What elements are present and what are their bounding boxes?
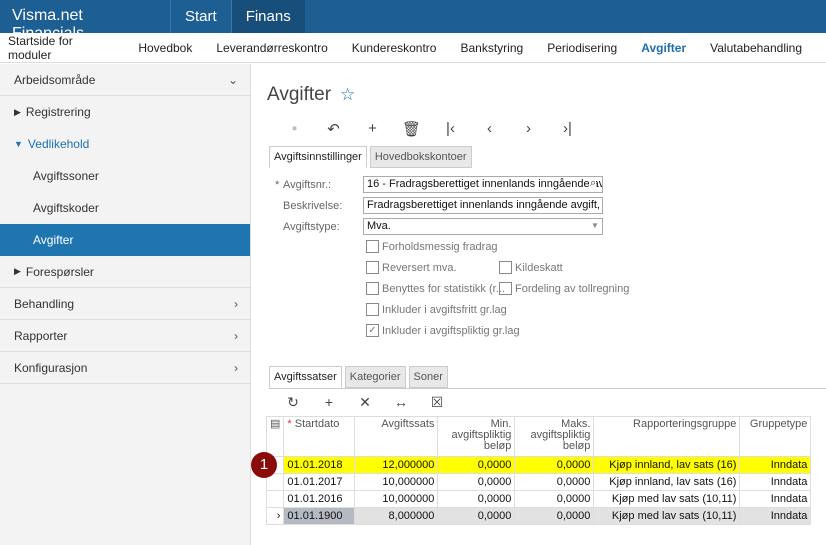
page-title: Avgifter <box>267 84 332 105</box>
avgiftstype-label: Avgiftstype: <box>283 221 340 233</box>
chevron-right-icon: › <box>234 328 238 343</box>
nav-item[interactable]: Periodisering <box>547 41 617 55</box>
toolbar: ▪ ↶ + 🗑 |‹ ‹ › ›| <box>275 120 587 138</box>
checkbox-avgiftsfritt[interactable]: Inkluder i avgiftsfritt gr.lag <box>366 303 507 316</box>
column-settings-icon[interactable]: ▤ <box>265 416 285 457</box>
table-row[interactable]: 01.01.2018 12,000000 0,0000 0,0000 Kjøp innl… <box>265 456 812 474</box>
checkbox-forholdsmessig[interactable]: Forholdsmessig fradrag <box>366 240 498 253</box>
label: Registrering <box>25 105 91 119</box>
avgiftstype-select[interactable]: Mva. <box>363 218 603 235</box>
add-row-icon[interactable]: + <box>311 394 347 411</box>
sidebar-item-behandling[interactable]: Behandling › <box>0 288 250 320</box>
caret-right-icon: ▶ <box>14 106 21 117</box>
label: Arbeidsområde <box>14 72 96 87</box>
add-icon[interactable]: + <box>353 120 392 138</box>
delete-row-icon[interactable]: ✕ <box>347 394 383 411</box>
form-tabs: Avgiftsinnstillinger Hovedbokskontoer <box>269 146 475 168</box>
sidebar-item-foresporsler[interactable]: ▶ Forespørsler <box>0 256 250 288</box>
avgiftsnr-label: Avgiftsnr.: <box>283 179 332 191</box>
export-excel-icon[interactable]: ☒ <box>419 394 455 411</box>
sidebar-item-registrering[interactable]: ▶ Registrering <box>0 96 250 128</box>
table-row-current[interactable]: › 01.01.1900 8,000000 0,0000 0,0000 Kjøp med … <box>265 507 812 525</box>
undo-icon[interactable]: ↶ <box>314 120 353 138</box>
col-min[interactable]: Min. avgiftspliktig beløp <box>437 416 516 457</box>
caret-right-icon: ▶ <box>14 266 21 276</box>
tab-start[interactable]: Start <box>170 0 231 33</box>
top-bar: Visma.net Financials Start Finans <box>0 0 826 42</box>
sidebar-item-avgiftssoner[interactable]: Avgiftssoner <box>0 160 250 192</box>
fit-columns-icon[interactable]: ↔ <box>383 394 419 411</box>
checkbox-avgiftspliktig[interactable]: ✓ Inkluder i avgiftspliktig gr.lag <box>366 324 520 337</box>
last-icon[interactable]: ›| <box>548 120 587 138</box>
nav-item-active[interactable]: Avgifter <box>641 41 686 55</box>
col-maks[interactable]: Maks. avgiftspliktig beløp <box>514 416 595 457</box>
col-avgiftssats[interactable]: Avgiftssats <box>354 416 439 457</box>
tab-finans[interactable]: Finans <box>230 0 305 33</box>
grid-toolbar: ↻ + ✕ ↔ ☒ <box>275 394 455 411</box>
col-startdato[interactable]: * Startdato <box>283 416 356 457</box>
beskrivelse-field[interactable]: Fradragsberettiget innenlands inngående … <box>363 197 603 214</box>
previous-icon[interactable]: ‹ <box>470 120 509 138</box>
tab-kategorier[interactable]: Kategorier <box>344 366 406 388</box>
sidebar-item-vedlikehold[interactable]: ▼ Vedlikehold <box>0 128 250 160</box>
sidebar-item-avgifter[interactable]: Avgifter <box>0 224 250 256</box>
checkbox-kildeskatt[interactable]: Kildeskatt <box>499 261 563 274</box>
module-nav: Startside for moduler Hovedbok Leverandø… <box>0 33 826 63</box>
sidebar-item-rapporter[interactable]: Rapporter › <box>0 320 250 352</box>
nav-item[interactable]: Valutabehandling <box>710 41 802 55</box>
label: Vedlikehold <box>27 137 90 151</box>
delete-icon[interactable]: 🗑 <box>392 120 431 138</box>
avgiftsnr-field[interactable]: 16 - Fradragsberettiget innenlands inngå… <box>363 176 603 193</box>
callout-badge: 1 <box>251 452 277 478</box>
table-row[interactable]: 01.01.2016 10,000000 0,0000 0,0000 Kjøp med … <box>265 490 812 508</box>
checkbox-fordeling[interactable]: Fordeling av tollregning <box>499 282 629 295</box>
save-icon[interactable]: ▪ <box>275 120 314 138</box>
caret-down-icon: ▼ <box>14 139 23 149</box>
refresh-icon[interactable]: ↻ <box>275 394 311 411</box>
next-icon[interactable]: › <box>509 120 548 138</box>
dropdown-arrow-icon: ▼ <box>591 221 599 230</box>
beskrivelse-label: Beskrivelse: <box>283 200 343 212</box>
nav-item[interactable]: Leverandørreskontro <box>216 41 327 55</box>
label: Behandling <box>14 296 75 311</box>
sidebar-item-arbeidsomrade[interactable]: Arbeidsområde ⌄ <box>0 64 250 96</box>
sidebar-item-avgiftskoder[interactable]: Avgiftskoder <box>0 192 250 224</box>
main-content: Avgifter ☆ ▪ ↶ + 🗑 |‹ ‹ › ›| Avgiftsinns… <box>251 64 826 545</box>
first-icon[interactable]: |‹ <box>431 120 470 138</box>
sidebar-item-konfigurasjon[interactable]: Konfigurasjon › <box>0 352 250 384</box>
nav-item[interactable]: Kundereskontro <box>352 41 437 55</box>
tab-hovedbokskontoer[interactable]: Hovedbokskontoer <box>369 146 472 168</box>
checkbox-statistikk[interactable]: Benyttes for statistikk (r... <box>366 282 505 295</box>
chevron-right-icon: › <box>234 360 238 375</box>
required-mark: * <box>275 179 280 191</box>
app-title: Visma.net Financials <box>12 7 85 42</box>
tab-avgiftsinnstillinger[interactable]: Avgiftsinnstillinger <box>269 146 367 168</box>
label: Forespørsler <box>25 264 94 279</box>
star-icon[interactable]: ☆ <box>340 85 355 105</box>
sidebar: Arbeidsområde ⌄ ▶ Registrering ▼ Vedlikehol… <box>0 64 251 545</box>
chevron-right-icon: › <box>234 296 238 311</box>
table-row[interactable]: 01.01.2017 10,000000 0,0000 0,0000 Kjøp innl… <box>265 473 812 491</box>
grid-tabs: Avgiftssatser Kategorier Soner <box>269 366 826 389</box>
nav-item[interactable]: Startside for moduler <box>8 34 114 62</box>
tab-avgiftssatser[interactable]: Avgiftssatser <box>269 366 342 388</box>
nav-item[interactable]: Bankstyring <box>460 41 523 55</box>
nav-item[interactable]: Hovedbok <box>138 41 192 55</box>
rates-grid: ▤ * Startdato Avgiftssats Min. avgiftspl… <box>265 416 812 525</box>
col-rapporteringsgruppe[interactable]: Rapporteringsgruppe <box>593 416 741 457</box>
col-gruppetype[interactable]: Gruppetype <box>739 416 812 457</box>
tab-soner[interactable]: Soner <box>408 366 448 388</box>
current-row-indicator-icon: › <box>265 507 285 525</box>
label: Konfigurasjon <box>14 360 88 375</box>
label: Rapporter <box>14 328 68 343</box>
search-icon[interactable]: ⌕ <box>590 177 597 190</box>
chevron-down-icon: ⌄ <box>227 72 238 87</box>
checkbox-reversert[interactable]: Reversert mva. <box>366 261 457 274</box>
